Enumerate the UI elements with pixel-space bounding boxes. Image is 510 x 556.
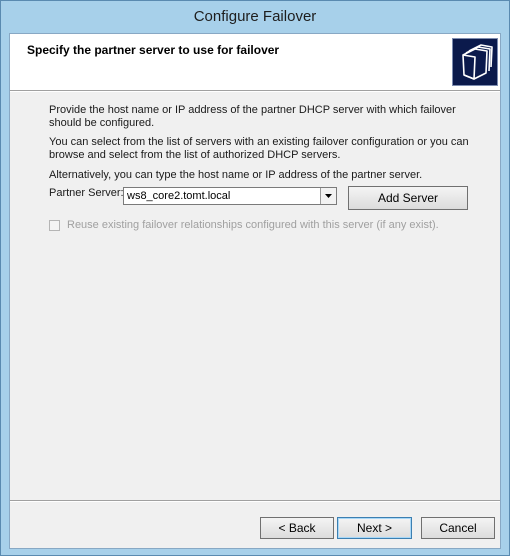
back-button[interactable]: < Back [260, 517, 334, 539]
description-provide: Provide the host name or IP address of t… [49, 104, 456, 129]
folders-icon [452, 38, 498, 86]
description-select: You can select from the list of servers … [49, 136, 469, 161]
partner-server-value[interactable]: ws8_core2.tomt.local [127, 190, 230, 202]
configure-failover-window: Configure Failover Specify the partner s… [0, 0, 510, 556]
header-divider [10, 90, 500, 92]
wizard-header: Specify the partner server to use for fa… [10, 34, 500, 90]
partner-server-combobox[interactable]: ws8_core2.tomt.local [123, 187, 337, 205]
window-title: Configure Failover [193, 8, 317, 25]
reuse-relationships-label: Reuse existing failover relationships co… [67, 219, 439, 231]
wizard-client-area: Specify the partner server to use for fa… [9, 33, 501, 549]
page-title: Specify the partner server to use for fa… [27, 43, 280, 57]
footer-divider [10, 500, 500, 502]
partner-server-label: Partner Server: [49, 187, 124, 199]
cancel-button[interactable]: Cancel [421, 517, 495, 539]
dropdown-arrow-icon[interactable] [320, 188, 336, 204]
title-bar[interactable]: Configure Failover [1, 1, 509, 33]
reuse-relationships-checkbox[interactable] [49, 220, 60, 231]
add-server-button[interactable]: Add Server [348, 186, 468, 210]
next-button[interactable]: Next > [337, 517, 412, 539]
description-alternatively: Alternatively, you can type the host nam… [49, 169, 423, 181]
